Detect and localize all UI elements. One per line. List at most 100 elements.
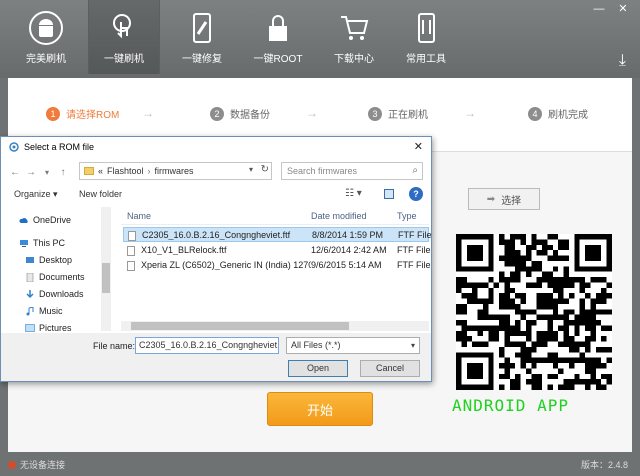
documents-icon bbox=[26, 272, 34, 282]
file-icon bbox=[127, 261, 135, 271]
dialog-title: Select a ROM file bbox=[24, 142, 95, 152]
status-dot-icon bbox=[8, 460, 16, 469]
view-options-icon[interactable]: ☷ ▾ bbox=[345, 188, 362, 199]
step-4: 4 刷机完成 bbox=[528, 106, 588, 121]
file-name: X10_V1_BLRelock.ftf bbox=[141, 245, 227, 255]
scroll-thumb[interactable] bbox=[131, 322, 349, 330]
search-input[interactable]: Search firmwares ⌕ bbox=[281, 162, 423, 180]
downloads-icon bbox=[26, 289, 34, 298]
nav-item-downloads[interactable]: Downloads bbox=[25, 289, 84, 299]
open-button[interactable]: Open bbox=[288, 360, 348, 377]
device-status: 无设备连接 bbox=[8, 458, 65, 471]
scroll-thumb[interactable] bbox=[102, 263, 110, 293]
file-date: 12/6/2014 2:42 AM bbox=[311, 245, 387, 255]
tab-one-click-root[interactable]: 一键ROOT bbox=[242, 0, 314, 74]
computer-icon bbox=[20, 239, 28, 247]
step-label: 数据备份 bbox=[230, 110, 270, 121]
refresh-icon[interactable]: ↻ bbox=[261, 164, 269, 175]
nav-item-desktop[interactable]: Desktop bbox=[25, 255, 72, 265]
file-list-hscrollbar[interactable] bbox=[121, 321, 429, 331]
tab-label: 常用工具 bbox=[406, 54, 446, 65]
nav-item-pictures[interactable]: Pictures bbox=[25, 323, 72, 333]
navigation-pane: OneDrive This PC Desktop Documents Downl… bbox=[1, 207, 113, 333]
nav-label: Downloads bbox=[39, 289, 84, 299]
step-2: 2 数据备份 bbox=[210, 106, 270, 121]
nav-label: Desktop bbox=[39, 255, 73, 265]
breadcrumb-prefix: « bbox=[98, 166, 104, 176]
step-label: 请选择ROM bbox=[66, 110, 120, 121]
back-arrow-icon[interactable]: ← bbox=[7, 167, 23, 178]
dialog-titlebar: Select a ROM file ✕ bbox=[1, 137, 431, 157]
version-text: 版本：2.4.8 bbox=[580, 460, 628, 470]
cloud-icon bbox=[19, 217, 28, 223]
start-button[interactable]: 开始 bbox=[267, 392, 373, 426]
nav-label: OneDrive bbox=[33, 215, 72, 225]
organize-menu[interactable]: Organize ▾ bbox=[14, 189, 58, 200]
cancel-button[interactable]: Cancel bbox=[360, 360, 420, 377]
address-bar[interactable]: « Flashtool › firmwares ▾ ↻ bbox=[79, 162, 272, 180]
dialog-app-icon bbox=[9, 142, 19, 152]
file-type: FTF File bbox=[398, 230, 432, 240]
pictures-icon bbox=[25, 323, 35, 332]
nav-item-this-pc[interactable]: This PC bbox=[19, 238, 65, 248]
nav-item-onedrive[interactable]: OneDrive bbox=[19, 215, 71, 225]
nav-item-music[interactable]: Music bbox=[25, 306, 63, 316]
cart-icon bbox=[341, 16, 369, 40]
file-type-select[interactable]: All Files (*.*) ▾ bbox=[286, 337, 420, 354]
breadcrumb-separator-icon: › bbox=[147, 166, 151, 176]
breadcrumb-item[interactable]: Flashtool bbox=[107, 166, 144, 176]
wrench-phone-icon bbox=[193, 13, 211, 43]
recent-dropdown-icon[interactable]: ▾ bbox=[39, 168, 55, 177]
tab-label: 完美刷机 bbox=[26, 54, 66, 65]
touch-icon bbox=[113, 14, 131, 39]
nav-label: Pictures bbox=[39, 323, 72, 333]
breadcrumb-item[interactable]: firmwares bbox=[155, 166, 194, 176]
nav-item-documents[interactable]: Documents bbox=[25, 272, 85, 282]
nav-scrollbar[interactable] bbox=[101, 207, 111, 331]
tab-perfect-flash[interactable]: 完美刷机 bbox=[10, 0, 82, 74]
file-row[interactable]: C2305_16.0.B.2.16_Congngheviet.ftf 8/8/2… bbox=[123, 227, 432, 242]
download-arrow-icon[interactable]: ⤓ bbox=[619, 52, 626, 70]
column-header-type[interactable]: Type bbox=[397, 211, 417, 221]
file-type-value: All Files (*.*) bbox=[291, 340, 341, 350]
help-icon[interactable]: ? bbox=[409, 187, 423, 201]
search-placeholder: Search firmwares bbox=[287, 166, 358, 176]
tab-one-click-flash[interactable]: 一键刷机 bbox=[88, 0, 160, 74]
up-arrow-icon[interactable]: ↑ bbox=[55, 167, 71, 178]
tab-common-tools[interactable]: 常用工具 bbox=[390, 0, 462, 74]
tab-download-center[interactable]: 下载中心 bbox=[318, 0, 390, 74]
close-button[interactable]: ✕ bbox=[612, 2, 634, 16]
chevron-down-icon: ▾ bbox=[410, 341, 415, 350]
chevron-right-icon: → bbox=[142, 106, 154, 120]
tab-label: 一键ROOT bbox=[253, 54, 303, 65]
nav-label: Music bbox=[39, 306, 63, 316]
column-header-date[interactable]: Date modified bbox=[311, 211, 367, 221]
dialog-close-icon[interactable]: ✕ bbox=[414, 140, 423, 153]
dialog-toolbar: Organize ▾ New folder ☷ ▾ ? bbox=[1, 185, 431, 205]
arrow-right-icon: ➡ bbox=[486, 193, 496, 205]
tab-one-click-repair[interactable]: 一键修复 bbox=[166, 0, 238, 74]
forward-arrow-icon[interactable]: → bbox=[23, 167, 39, 178]
tab-label: 一键刷机 bbox=[104, 54, 144, 65]
chevron-down-icon[interactable]: ▾ bbox=[249, 165, 253, 174]
tab-label: 一键修复 bbox=[182, 54, 222, 65]
column-header-name[interactable]: Name bbox=[127, 211, 151, 221]
file-list-header: Name Date modified Type bbox=[121, 207, 429, 225]
window-controls: — ✕ bbox=[588, 2, 634, 16]
file-name: C2305_16.0.B.2.16_Congngheviet.ftf bbox=[142, 230, 291, 240]
file-date: 9/6/2015 5:14 AM bbox=[311, 260, 382, 270]
step-number: 1 bbox=[46, 106, 60, 121]
new-folder-button[interactable]: New folder bbox=[79, 189, 122, 199]
select-rom-button[interactable]: ➡ 选择 bbox=[468, 188, 540, 210]
file-row[interactable]: Xperia ZL (C6502)_Generic IN (India) 127… bbox=[123, 258, 431, 273]
file-name-input[interactable]: C2305_16.0.B.2.16_Congngheviet.f bbox=[135, 337, 279, 354]
file-type: FTF File bbox=[397, 260, 431, 270]
android-app-text: ANDROID APP bbox=[452, 396, 569, 415]
step-label: 刷机完成 bbox=[548, 110, 588, 121]
tab-label: 下载中心 bbox=[334, 54, 374, 65]
app-toolbar: — ✕ 完美刷机 一键刷机 一键修复 一键ROOT 下载中心 常用工具 ⤓ bbox=[0, 0, 640, 78]
file-row[interactable]: X10_V1_BLRelock.ftf 12/6/2014 2:42 AM FT… bbox=[123, 243, 431, 258]
minimize-button[interactable]: — bbox=[588, 2, 610, 16]
preview-pane-icon[interactable] bbox=[384, 189, 394, 199]
file-icon bbox=[127, 246, 135, 256]
